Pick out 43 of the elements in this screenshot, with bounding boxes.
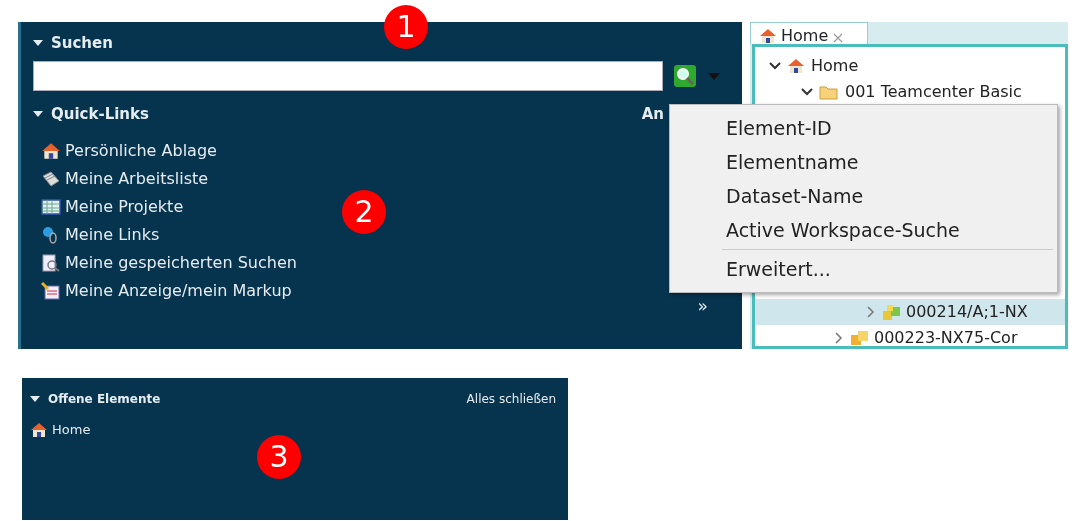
cubes-icon — [851, 331, 868, 345]
menu-item[interactable]: Element-ID — [670, 111, 1057, 145]
action-link[interactable]: An — [641, 102, 664, 125]
document-search-icon — [41, 254, 61, 272]
quick-link[interactable]: Meine Links — [65, 223, 160, 247]
section-title: Offene Elemente — [48, 391, 161, 408]
quick-link[interactable]: Meine Projekte — [65, 195, 184, 219]
open-item[interactable]: Home — [52, 420, 91, 440]
menu-item[interactable]: Dataset-Name — [670, 179, 1057, 213]
tree-row[interactable]: 001 Teamcenter Basic — [755, 79, 1065, 105]
quick-link[interactable]: Persönliche Ablage — [65, 139, 217, 163]
close-icon[interactable] — [832, 32, 845, 44]
quick-link[interactable]: Meine gespeicherten Suchen — [65, 251, 297, 275]
house-icon — [787, 58, 805, 74]
menu-item[interactable]: Erweitert... — [670, 252, 1057, 286]
more-button[interactable]: » — [697, 294, 708, 320]
menu-item[interactable]: Elementname — [670, 145, 1057, 179]
document-pen-icon — [41, 282, 61, 300]
cubes-icon — [883, 304, 900, 320]
editor-tab[interactable]: Home — [750, 22, 868, 44]
house-icon — [30, 421, 48, 438]
chevron-icon[interactable] — [769, 61, 781, 71]
close-all-link[interactable]: Alles schließen — [466, 390, 556, 408]
section-title: Suchen — [51, 33, 113, 54]
section-title: Quick-Links — [51, 103, 149, 125]
callout-badge: 1 — [384, 5, 428, 49]
chevron-icon[interactable] — [801, 87, 813, 97]
caret-icon[interactable] — [33, 39, 43, 48]
search-field[interactable] — [33, 60, 663, 91]
quick-link[interactable]: Meine Anzeige/mein Markup — [65, 279, 292, 303]
menu-item[interactable]: Active Workspace-Suche — [670, 213, 1057, 247]
caret-icon[interactable] — [33, 109, 43, 118]
tree-row[interactable]: 000214/A;1-NX — [755, 299, 1065, 325]
tree-row[interactable]: Home — [755, 53, 1065, 79]
search-button[interactable] — [673, 63, 697, 88]
house-icon — [759, 28, 777, 44]
grid-icon — [41, 198, 61, 216]
tree-row[interactable]: 000223-NX75-Cor — [755, 325, 1065, 346]
quick-link[interactable]: Meine Arbeitsliste — [65, 167, 209, 191]
papers-icon — [41, 170, 61, 188]
house-icon — [41, 142, 61, 160]
folder-icon — [819, 84, 839, 100]
caret-icon[interactable] — [30, 395, 40, 403]
